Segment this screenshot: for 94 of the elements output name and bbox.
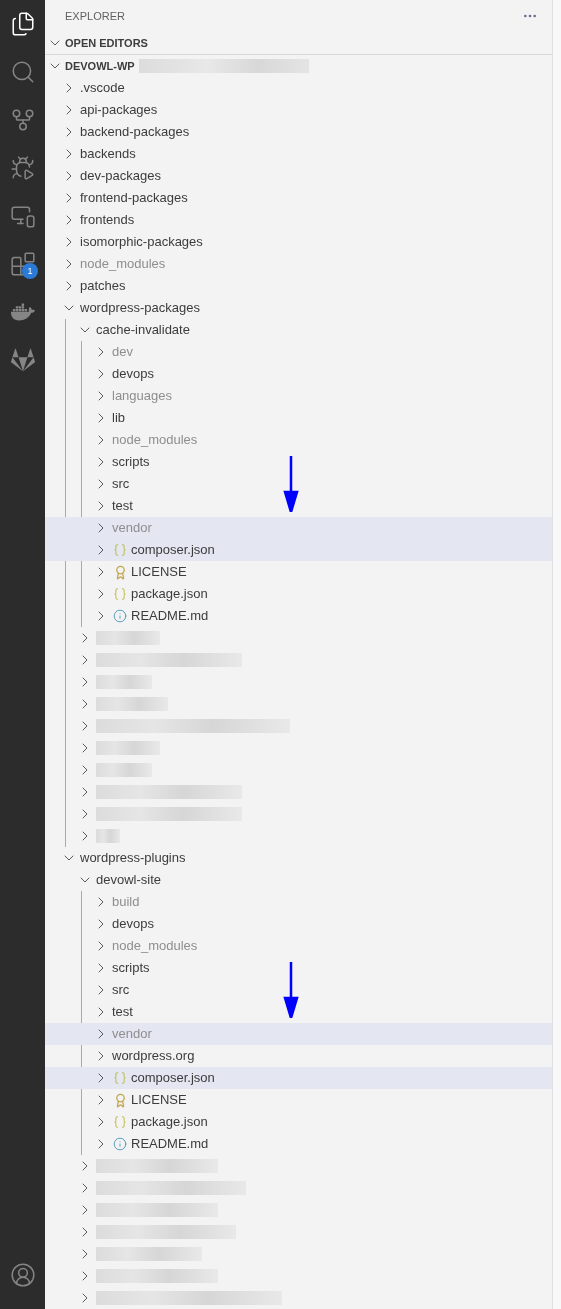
file-row[interactable]: composer.json	[45, 1067, 552, 1089]
folder-name: dev	[112, 343, 133, 362]
file-name: README.md	[131, 607, 209, 626]
file-row[interactable]: README.md	[45, 605, 552, 627]
folder-name: api-packages	[80, 101, 158, 120]
folder-name: test	[112, 497, 133, 516]
folder-name: build	[112, 893, 140, 912]
folder-name: lib	[112, 409, 125, 428]
folder-row[interactable]: wordpress-packages	[45, 297, 552, 319]
source-control-icon[interactable]	[9, 107, 36, 133]
folder-row[interactable]: devops	[45, 363, 552, 385]
folder-row[interactable]: frontends	[45, 209, 552, 231]
redacted-label	[96, 631, 160, 645]
folder-row[interactable]: test	[45, 495, 552, 517]
folder-name: patches	[80, 277, 126, 296]
folder-row[interactable]: api-packages	[45, 99, 552, 121]
folder-row[interactable]: backend-packages	[45, 121, 552, 143]
folder-row[interactable]: isomorphic-packages	[45, 231, 552, 253]
folder-name: node_modules	[80, 255, 166, 274]
folder-name: src	[112, 981, 130, 1000]
folder-name: devops	[112, 365, 154, 384]
folder-name: src	[112, 475, 130, 494]
folder-row[interactable]: src	[45, 473, 552, 495]
folder-name: vendor	[112, 1025, 152, 1044]
account-icon[interactable]	[9, 1262, 36, 1288]
file-row[interactable]: LICENSE	[45, 1089, 552, 1111]
file-name: LICENSE	[131, 563, 187, 582]
file-row[interactable]: composer.json	[45, 539, 552, 561]
folder-name: wordpress.org	[112, 1047, 195, 1066]
redacted-label	[96, 763, 152, 777]
redacted-label	[96, 675, 152, 689]
redacted-label	[96, 829, 120, 843]
folder-row[interactable]: patches	[45, 275, 552, 297]
folder-name: test	[112, 1003, 133, 1022]
panel-title: EXPLORER	[65, 8, 125, 24]
folder-name: scripts	[112, 959, 150, 978]
folder-name: backends	[80, 145, 136, 164]
braces-icon	[113, 1115, 127, 1129]
folder-name: devowl-site	[96, 871, 162, 890]
file-name: package.json	[131, 1113, 208, 1132]
folder-name: node_modules	[112, 431, 198, 450]
run-debug-icon[interactable]	[9, 155, 36, 181]
section-header[interactable]: DEVOWL-WP	[45, 55, 552, 77]
file-name: package.json	[131, 585, 208, 604]
redacted-label	[96, 697, 168, 711]
folder-name: dev-packages	[80, 167, 161, 186]
info-icon	[113, 1137, 127, 1151]
folder-name: vendor	[112, 519, 152, 538]
folder-row[interactable]: wordpress.org	[45, 1045, 552, 1067]
folder-name: devops	[112, 915, 154, 934]
file-name: README.md	[131, 1135, 209, 1154]
folder-row[interactable]: wordpress-plugins	[45, 847, 552, 869]
extensions-icon[interactable]	[9, 251, 36, 277]
folder-name: frontends	[80, 211, 135, 230]
folder-row[interactable]: src	[45, 979, 552, 1001]
section-header[interactable]: OPEN EDITORS	[45, 32, 552, 54]
folder-row[interactable]: scripts	[45, 957, 552, 979]
folder-row[interactable]: dev-packages	[45, 165, 552, 187]
folder-name: backend-packages	[80, 123, 190, 142]
folder-name: languages	[112, 387, 172, 406]
folder-row[interactable]: backends	[45, 143, 552, 165]
folder-name: .vscode	[80, 79, 125, 98]
folder-name: wordpress-plugins	[80, 849, 186, 868]
folder-name: isomorphic-packages	[80, 233, 203, 252]
folder-row[interactable]: .vscode	[45, 77, 552, 99]
files-icon[interactable]	[9, 11, 36, 37]
folder-name: cache-invalidate	[96, 321, 190, 340]
folder-name: scripts	[112, 453, 150, 472]
section-title: OPEN EDITORS	[65, 35, 148, 51]
folder-name: node_modules	[112, 937, 198, 956]
file-row[interactable]: LICENSE	[45, 561, 552, 583]
folder-row[interactable]: frontend-packages	[45, 187, 552, 209]
redacted-label	[96, 741, 160, 755]
folder-row[interactable]: devops	[45, 913, 552, 935]
braces-icon	[113, 587, 127, 601]
file-name: composer.json	[131, 541, 215, 560]
file-name: composer.json	[131, 1069, 215, 1088]
file-row[interactable]: package.json	[45, 1111, 552, 1133]
info-icon	[113, 609, 127, 623]
braces-icon	[113, 1071, 127, 1085]
section-title: DEVOWL-WP	[65, 58, 135, 74]
braces-icon	[113, 543, 127, 557]
folder-name: wordpress-packages	[80, 299, 200, 318]
folder-row[interactable]: test	[45, 1001, 552, 1023]
badge: 1	[22, 263, 38, 279]
file-row[interactable]: README.md	[45, 1133, 552, 1155]
file-row[interactable]: package.json	[45, 583, 552, 605]
file-name: LICENSE	[131, 1091, 187, 1110]
folder-row[interactable]: lib	[45, 407, 552, 429]
folder-row[interactable]: scripts	[45, 451, 552, 473]
folder-row[interactable]: cache-invalidate	[45, 319, 552, 341]
fox-icon[interactable]	[10, 348, 35, 372]
folder-row[interactable]: devowl-site	[45, 869, 552, 891]
folder-name: frontend-packages	[80, 189, 188, 208]
